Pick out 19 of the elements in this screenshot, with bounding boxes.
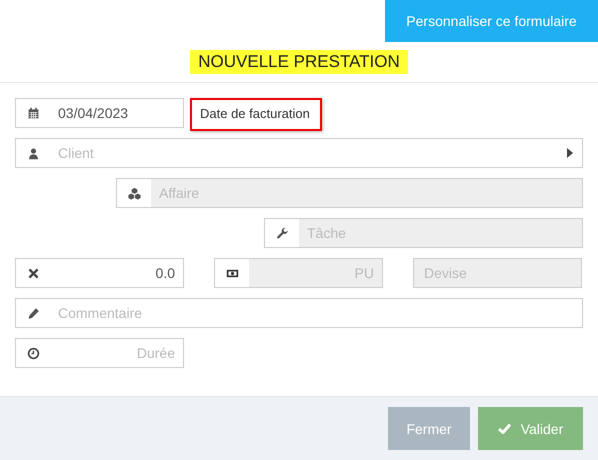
customize-form-button[interactable]: Personnaliser ce formulaire (385, 0, 598, 42)
close-button[interactable]: Fermer (388, 407, 470, 450)
form-title: NOUVELLE PRESTATION (190, 50, 408, 74)
clock-icon (26, 346, 40, 360)
pencil-icon (26, 306, 40, 320)
quantity-field[interactable]: 0.0 (15, 258, 184, 288)
user-icon (26, 146, 40, 160)
times-icon (26, 266, 40, 280)
client-field[interactable]: Client (15, 138, 583, 168)
duration-field[interactable]: Durée (15, 338, 184, 368)
check-icon (498, 423, 511, 434)
wrench-icon (276, 226, 288, 240)
comment-field[interactable]: Commentaire (15, 298, 583, 328)
date-field[interactable]: 03/04/2023 (15, 98, 184, 128)
date-label: Date de facturation (190, 98, 322, 130)
calendar-icon (26, 106, 40, 120)
cubes-icon (128, 186, 140, 200)
validate-button[interactable]: Valider (478, 407, 583, 450)
caret-icon (566, 148, 574, 158)
